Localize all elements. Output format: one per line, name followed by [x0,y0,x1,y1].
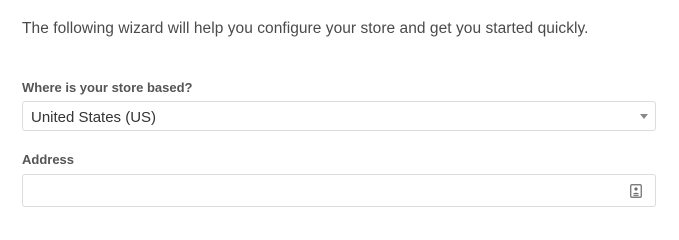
wizard-intro-text: The following wizard will help you confi… [22,20,589,37]
contact-card-icon[interactable] [630,184,642,198]
address-field-wrapper [22,174,656,207]
store-country-select[interactable]: United States (US) [22,101,656,131]
chevron-down-icon[interactable] [640,114,648,119]
address-label: Address [22,152,75,167]
store-country-label: Where is your store based? [22,80,193,95]
address-input[interactable] [23,175,623,206]
store-country-selected-value: United States (US) [31,109,157,126]
